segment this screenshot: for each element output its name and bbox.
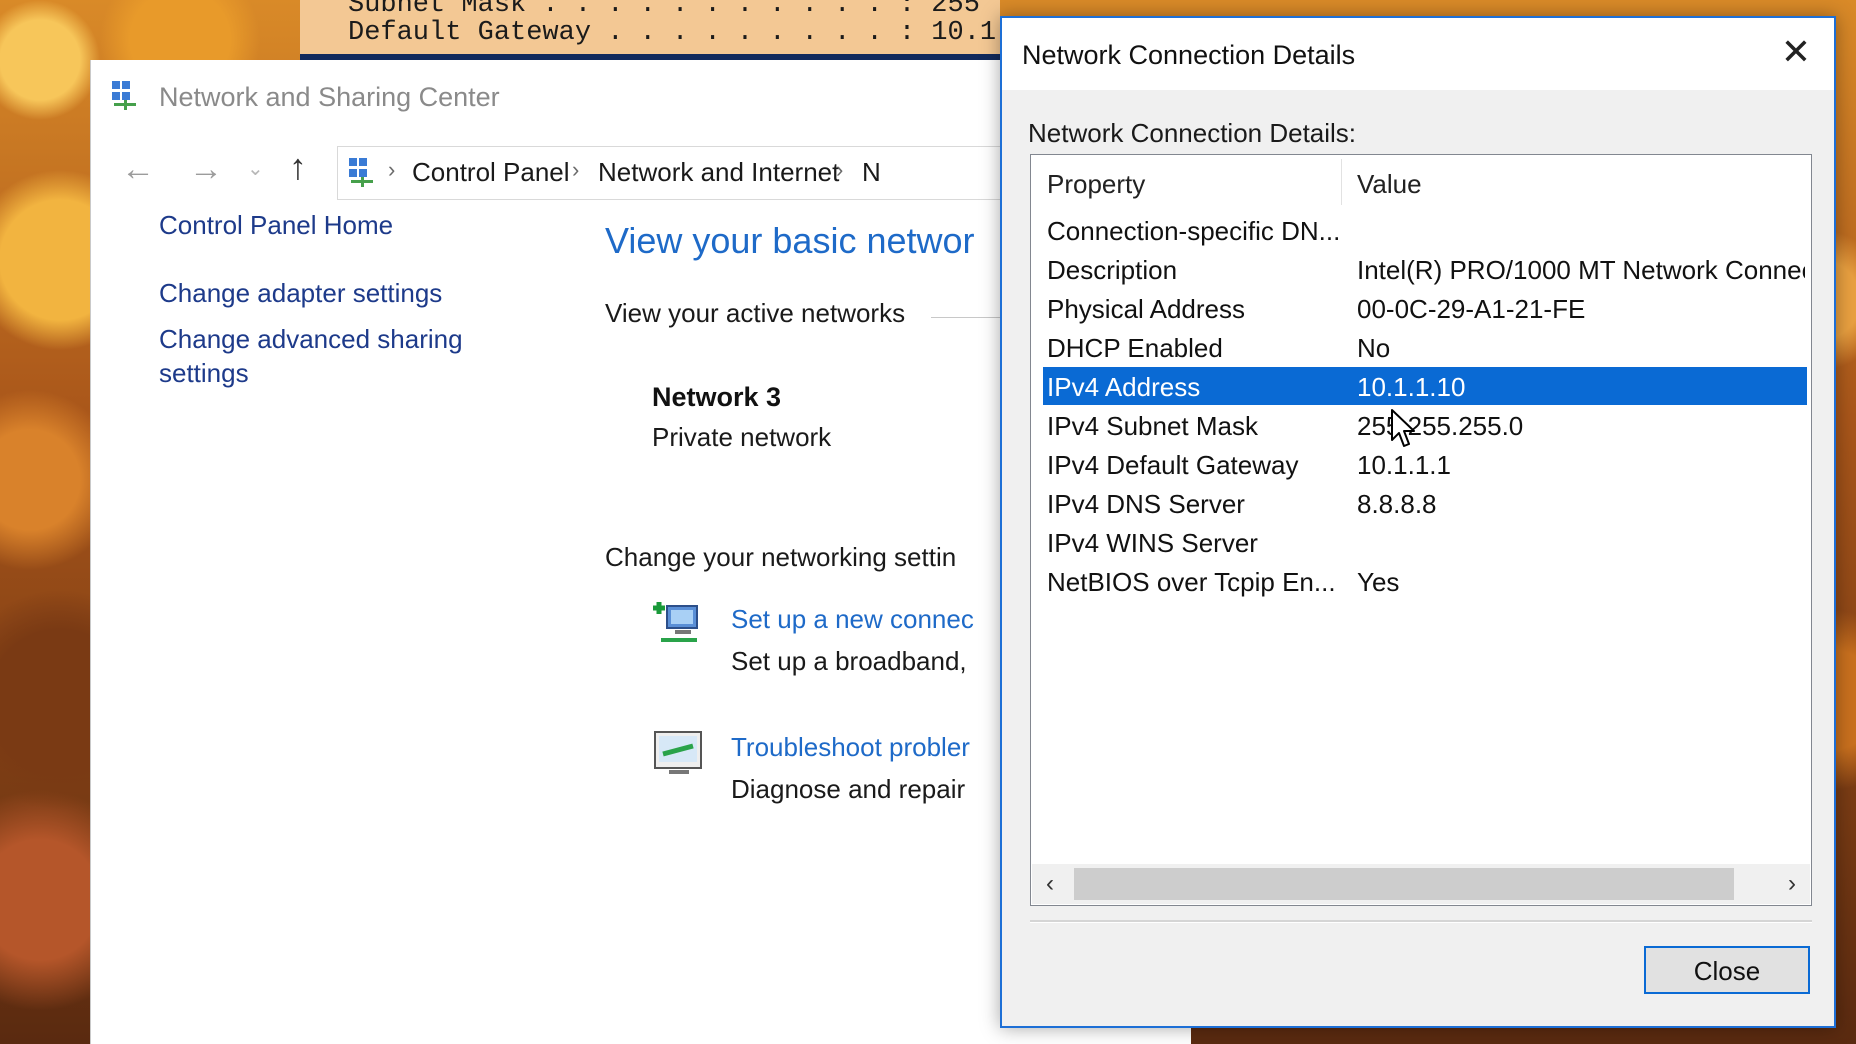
dialog-caption: Network Connection Details: xyxy=(1028,118,1357,148)
sidebar-link-change-adapter-settings[interactable]: Change adapter settings xyxy=(159,276,442,311)
table-row[interactable]: IPv4 DNS Server 8.8.8.8 xyxy=(1043,484,1807,522)
dialog-title: Network Connection Details xyxy=(1022,40,1356,70)
property-cell: IPv4 Default Gateway xyxy=(1047,450,1299,480)
list-header: Property Value xyxy=(1031,155,1811,209)
network-icon xyxy=(349,158,373,187)
close-icon[interactable]: ✕ xyxy=(1776,32,1816,72)
breadcrumb-current[interactable]: N xyxy=(862,157,881,188)
property-cell: Description xyxy=(1047,255,1178,285)
table-row[interactable]: Connection-specific DN... xyxy=(1043,211,1807,249)
window-title: Network and Sharing Center xyxy=(159,82,500,112)
property-cell: DHCP Enabled xyxy=(1047,333,1223,363)
property-cell: IPv4 DNS Server xyxy=(1047,489,1245,519)
sidebar-link-change-advanced-sharing[interactable]: settings xyxy=(159,356,249,391)
value-cell: Intel(R) PRO/1000 MT Network Connecti xyxy=(1357,255,1805,285)
dialog-titlebar: Network Connection Details ✕ xyxy=(1002,18,1834,90)
divider xyxy=(1030,920,1812,923)
value-cell: 10.1.1.1 xyxy=(1357,450,1451,480)
table-row[interactable]: IPv4 Subnet Mask 255.255.255.0 xyxy=(1043,406,1807,444)
network-type: Private network xyxy=(652,422,832,452)
value-cell: No xyxy=(1357,333,1391,363)
breadcrumb-separator: › xyxy=(388,157,396,182)
property-cell: Physical Address xyxy=(1047,294,1245,324)
column-header-value[interactable]: Value xyxy=(1357,169,1422,200)
column-header-property[interactable]: Property xyxy=(1047,169,1145,200)
arrow-left-icon[interactable]: ← xyxy=(121,150,155,189)
table-row[interactable]: Description Intel(R) PRO/1000 MT Network… xyxy=(1043,250,1807,288)
network-icon xyxy=(112,81,136,110)
horizontal-scrollbar[interactable]: ‹ › xyxy=(1032,864,1810,904)
section-label: Change your networking settin xyxy=(605,542,957,572)
network-connection-details-dialog: Network Connection Details ✕ Network Con… xyxy=(1000,16,1836,1028)
breadcrumb-separator: › xyxy=(836,157,844,182)
troubleshoot-icon xyxy=(654,731,702,774)
breadcrumb-separator: › xyxy=(572,157,580,182)
table-row[interactable]: IPv4 WINS Server xyxy=(1043,523,1807,561)
table-row[interactable]: DHCP Enabled No xyxy=(1043,328,1807,366)
sidebar-link-change-advanced-sharing[interactable]: Change advanced sharing xyxy=(159,322,463,357)
property-cell: IPv4 Address xyxy=(1047,372,1201,402)
close-button[interactable]: Close xyxy=(1644,946,1810,994)
property-cell: NetBIOS over Tcpip En... xyxy=(1047,567,1336,597)
setup-connection-link[interactable]: Set up a new connec xyxy=(731,604,974,635)
property-cell: IPv4 Subnet Mask xyxy=(1047,411,1258,441)
setup-connection-description: Set up a broadband, xyxy=(731,646,967,676)
chevron-down-icon[interactable]: ⌄ xyxy=(247,156,264,181)
mouse-cursor-icon xyxy=(1391,409,1415,447)
network-name: Network 3 xyxy=(652,382,782,412)
property-cell: Connection-specific DN... xyxy=(1047,216,1341,246)
section-label: View your active networks xyxy=(605,298,906,328)
details-list[interactable]: Property Value Connection-specific DN...… xyxy=(1030,154,1812,906)
breadcrumb-control-panel[interactable]: Control Panel xyxy=(412,157,570,188)
arrow-up-icon[interactable]: ↑ xyxy=(289,146,307,188)
table-row[interactable]: NetBIOS over Tcpip En... Yes xyxy=(1043,562,1807,600)
column-divider[interactable] xyxy=(1341,159,1342,205)
new-connection-icon xyxy=(653,602,698,642)
value-cell: 8.8.8.8 xyxy=(1357,489,1437,519)
arrow-right-icon[interactable]: → xyxy=(189,150,223,189)
table-row[interactable]: Physical Address 00-0C-29-A1-21-FE xyxy=(1043,289,1807,327)
page-title: View your basic networ xyxy=(605,220,975,261)
property-cell: IPv4 WINS Server xyxy=(1047,528,1258,558)
scroll-left-icon[interactable]: ‹ xyxy=(1032,869,1068,899)
scroll-right-icon[interactable]: › xyxy=(1774,869,1810,899)
table-row[interactable]: IPv4 Default Gateway 10.1.1.1 xyxy=(1043,445,1807,483)
console-window: Subnet Mask . . . . . . . . . . . : 255 … xyxy=(300,0,1000,62)
sidebar-link-control-panel-home[interactable]: Control Panel Home xyxy=(159,208,393,243)
breadcrumb-network-internet[interactable]: Network and Internet xyxy=(598,157,839,188)
troubleshoot-description: Diagnose and repair xyxy=(731,774,966,804)
scrollbar-thumb[interactable] xyxy=(1074,868,1734,900)
value-cell: 00-0C-29-A1-21-FE xyxy=(1357,294,1586,324)
table-row-selected[interactable]: IPv4 Address 10.1.1.10 xyxy=(1043,367,1807,405)
value-cell: 10.1.1.10 xyxy=(1357,372,1466,402)
troubleshoot-link[interactable]: Troubleshoot probler xyxy=(731,732,970,763)
value-cell: Yes xyxy=(1357,567,1400,597)
console-line: Default Gateway . . . . . . . . . : 10.1 xyxy=(348,18,997,48)
console-line: Subnet Mask . . . . . . . . . . . : 255 xyxy=(348,0,980,20)
value-cell: 255.255.255.0 xyxy=(1357,411,1524,441)
